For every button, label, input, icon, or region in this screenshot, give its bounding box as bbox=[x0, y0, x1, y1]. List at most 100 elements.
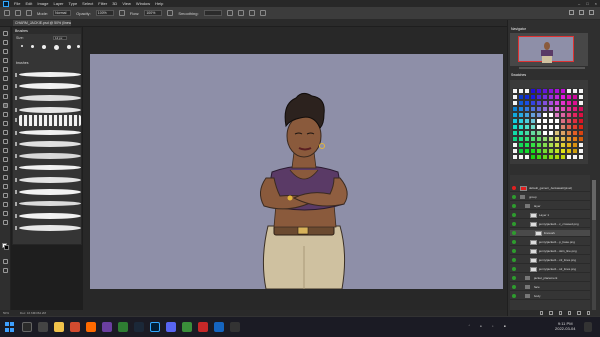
brush-tip-preview[interactable] bbox=[54, 45, 59, 50]
fx-icon[interactable] bbox=[549, 311, 553, 315]
move-tool-icon[interactable] bbox=[3, 31, 8, 36]
visibility-eye-icon[interactable] bbox=[512, 258, 516, 262]
file-explorer-icon[interactable] bbox=[54, 322, 64, 332]
quick-mask-icon[interactable] bbox=[3, 259, 8, 264]
screen-mode-icon[interactable] bbox=[3, 268, 8, 273]
layer-row[interactable]: jenny/jacket1 - s2_lines.png bbox=[510, 266, 590, 273]
gradient-tool-icon[interactable] bbox=[3, 139, 8, 144]
layer-row[interactable]: layer bbox=[510, 203, 590, 210]
brush-size-field[interactable]: 12 px bbox=[53, 36, 67, 40]
brush-tool-icon[interactable] bbox=[15, 10, 21, 16]
maximize-icon[interactable]: □ bbox=[586, 1, 588, 6]
brush-stroke-preview[interactable] bbox=[19, 130, 81, 135]
app-icon[interactable] bbox=[198, 322, 208, 332]
brush-folder[interactable]: brushes bbox=[16, 61, 28, 65]
firefox-icon[interactable] bbox=[86, 322, 96, 332]
pressure-opacity-icon[interactable] bbox=[118, 10, 125, 16]
menu-3d[interactable]: 3D bbox=[112, 1, 117, 6]
close-icon[interactable]: × bbox=[595, 1, 597, 6]
angle-icon[interactable] bbox=[237, 10, 244, 16]
app-icon[interactable] bbox=[214, 322, 224, 332]
visibility-eye-icon[interactable] bbox=[512, 186, 516, 190]
swatches-panel-title[interactable]: Swatches bbox=[511, 73, 526, 77]
zoom-tool-icon[interactable] bbox=[3, 211, 8, 216]
layer-row[interactable]: jenny/jacket1 - p_base.png bbox=[510, 239, 590, 246]
volume-icon[interactable]: ♪ bbox=[492, 324, 494, 328]
new-layer-icon[interactable] bbox=[577, 311, 581, 315]
app-icon[interactable] bbox=[102, 322, 112, 332]
layer-row[interactable]: group bbox=[510, 194, 590, 201]
visibility-eye-icon[interactable] bbox=[512, 231, 516, 235]
visibility-eye-icon[interactable] bbox=[512, 267, 516, 271]
path-select-tool-icon[interactable] bbox=[3, 184, 8, 189]
opacity-field[interactable]: 100% bbox=[95, 10, 114, 16]
scrollbar-thumb[interactable] bbox=[592, 180, 596, 220]
new-group-icon[interactable] bbox=[567, 311, 572, 315]
home-icon[interactable] bbox=[4, 10, 10, 16]
brush-tool-icon[interactable] bbox=[3, 103, 8, 108]
discord-icon[interactable] bbox=[166, 322, 176, 332]
network-icon[interactable]: ● bbox=[480, 324, 482, 328]
chrome-icon[interactable] bbox=[118, 322, 128, 332]
menu-type[interactable]: Type bbox=[69, 1, 78, 6]
workspace-icon[interactable] bbox=[579, 10, 584, 15]
brush-stroke-preview[interactable] bbox=[19, 225, 81, 231]
brush-stroke-preview[interactable] bbox=[19, 165, 81, 170]
quick-select-tool-icon[interactable] bbox=[3, 58, 8, 63]
brush-tip-preview[interactable] bbox=[42, 45, 46, 49]
pen-tool-icon[interactable] bbox=[3, 166, 8, 171]
brush-tip-preview[interactable] bbox=[67, 45, 71, 49]
menu-filter[interactable]: Filter bbox=[98, 1, 107, 6]
layer-row[interactable]: jenny/jacket1 - c_crossed.png bbox=[510, 221, 590, 228]
eraser-tool-icon[interactable] bbox=[3, 130, 8, 135]
app-icon[interactable] bbox=[70, 322, 80, 332]
search-icon[interactable] bbox=[569, 10, 574, 15]
lasso-tool-icon[interactable] bbox=[3, 49, 8, 54]
crop-tool-icon[interactable] bbox=[3, 67, 8, 72]
steam-icon[interactable] bbox=[134, 322, 144, 332]
background-color-swatch[interactable] bbox=[4, 245, 9, 250]
eyedropper-tool-icon[interactable] bbox=[3, 85, 8, 90]
brush-stroke-preview[interactable] bbox=[19, 83, 81, 89]
layer-row[interactable]: jenny/jacket1 - c2_lines.png bbox=[510, 257, 590, 264]
menu-layer[interactable]: Layer bbox=[53, 1, 63, 6]
task-view-icon[interactable] bbox=[38, 322, 48, 332]
app-icon[interactable] bbox=[230, 322, 240, 332]
layer-row[interactable]: jacket_placement bbox=[510, 275, 590, 282]
share-icon[interactable] bbox=[589, 10, 594, 15]
zoom-level[interactable]: 50% bbox=[3, 311, 9, 315]
menu-view[interactable]: View bbox=[122, 1, 131, 6]
color-swatch[interactable] bbox=[578, 154, 584, 160]
more-tools-icon[interactable] bbox=[3, 220, 8, 225]
visibility-eye-icon[interactable] bbox=[512, 240, 516, 244]
windows-start-icon[interactable] bbox=[5, 322, 15, 332]
dodge-tool-icon[interactable] bbox=[3, 157, 8, 162]
blur-tool-icon[interactable] bbox=[3, 148, 8, 153]
symmetry-icon[interactable] bbox=[259, 10, 266, 16]
smoothing-field[interactable] bbox=[203, 10, 222, 16]
visibility-eye-icon[interactable] bbox=[512, 285, 516, 289]
menu-edit[interactable]: Edit bbox=[25, 1, 32, 6]
history-brush-tool-icon[interactable] bbox=[3, 121, 8, 126]
visibility-eye-icon[interactable] bbox=[512, 294, 516, 298]
layer-row[interactable]: linework bbox=[510, 230, 590, 237]
menu-select[interactable]: Select bbox=[82, 1, 93, 6]
photoshop-taskbar-icon[interactable] bbox=[150, 322, 160, 332]
brush-preset-icon[interactable] bbox=[26, 10, 32, 16]
type-tool-icon[interactable] bbox=[3, 175, 8, 180]
brush-stroke-preview[interactable] bbox=[19, 107, 81, 113]
navigator-zoom-slider[interactable] bbox=[519, 67, 585, 69]
brush-stroke-preview[interactable] bbox=[19, 189, 81, 195]
app-icon[interactable] bbox=[182, 322, 192, 332]
mask-icon[interactable] bbox=[558, 311, 562, 315]
minimize-icon[interactable]: – bbox=[578, 1, 580, 6]
hand-tool-icon[interactable] bbox=[3, 202, 8, 207]
brush-stroke-preview[interactable] bbox=[19, 201, 81, 206]
visibility-eye-icon[interactable] bbox=[512, 222, 516, 226]
language-icon[interactable]: ■ bbox=[504, 324, 506, 328]
layer-row[interactable]: face bbox=[510, 284, 590, 291]
frame-tool-icon[interactable] bbox=[3, 76, 8, 81]
flow-field[interactable]: 100% bbox=[144, 10, 163, 16]
layer-row[interactable]: default_gameri_Jenkawalt(pixel) bbox=[510, 185, 590, 192]
document-tab[interactable]: CHARM_JACKIE.psd @ 50% (linewidth, RGB/8… bbox=[13, 20, 71, 26]
